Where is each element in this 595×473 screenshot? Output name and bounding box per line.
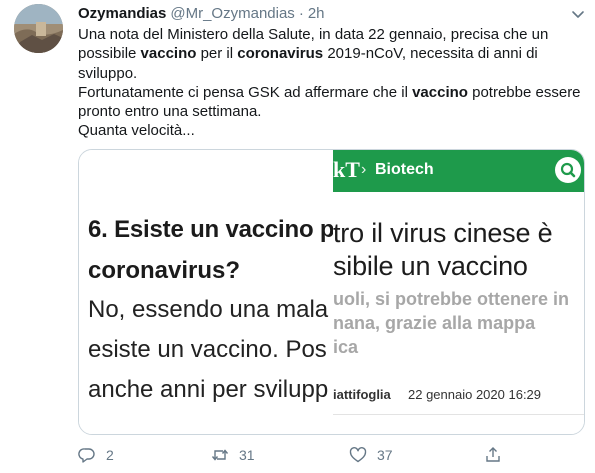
article-author: iattifoglia — [333, 387, 391, 402]
left-image-text: 6. Esiste un vaccino p — [88, 216, 333, 243]
tweet-time[interactable]: 2h — [308, 5, 325, 22]
tweet[interactable]: Ozymandias @Mr_Ozymandias · 2h Una nota del… — [0, 0, 595, 473]
article-subtitle: nana, grazie alla mappa — [333, 313, 536, 333]
reply-button[interactable]: 2 — [78, 444, 114, 466]
header-separator: · — [298, 5, 304, 22]
tweet-text: Una nota del Ministero della Salute, in … — [78, 25, 583, 141]
share-button[interactable] — [484, 444, 502, 466]
article-date: 22 gennaio 2020 16:29 — [408, 387, 542, 402]
retweet-icon — [211, 446, 229, 464]
user-handle[interactable]: @Mr_Ozymandias — [170, 5, 294, 22]
left-image-text: esiste un vaccino. Pos — [88, 336, 327, 363]
chevron-down-icon[interactable] — [570, 6, 586, 22]
media-image-left[interactable]: 6. Esiste un vaccino p coronavirus? No, … — [79, 150, 333, 434]
heart-icon — [349, 446, 367, 464]
share-icon — [484, 446, 502, 464]
left-image-text: No, essendo una mala — [88, 296, 329, 323]
tweet-text-line: Quanta velocità... — [78, 122, 195, 140]
keyword-vaccino: vaccino — [140, 45, 197, 63]
tweet-text-line: pronto entro una settimana. — [78, 103, 262, 121]
reply-count: 2 — [106, 447, 114, 463]
left-image-text: anche anni per svilupp — [88, 376, 329, 403]
article-headline: sibile un vaccino — [333, 251, 528, 281]
left-image-text: coronavirus? — [88, 257, 241, 284]
keyword-coronavirus: coronavirus — [237, 45, 324, 63]
retweet-count: 31 — [239, 447, 255, 463]
reply-icon — [78, 446, 96, 464]
avatar[interactable] — [14, 4, 63, 53]
breadcrumb-separator: › — [361, 161, 367, 178]
tweet-text-line: sviluppo. — [78, 64, 138, 82]
breadcrumb: Biotech — [375, 161, 434, 178]
tweet-header: Ozymandias @Mr_Ozymandias · 2h — [78, 4, 325, 24]
avatar-image — [14, 4, 63, 53]
article-headline: tro il virus cinese è — [333, 218, 553, 248]
media-image-right[interactable]: kT › Biotech tro il virus cinese è sibil… — [333, 150, 584, 434]
article-subtitle: ica — [333, 337, 359, 357]
keyword-vaccino: vaccino — [412, 83, 468, 101]
search-icon — [555, 157, 581, 183]
like-count: 37 — [377, 447, 393, 463]
site-header-bar: kT › Biotech — [333, 150, 584, 192]
tweet-actions: 2 31 37 — [78, 444, 508, 466]
display-name[interactable]: Ozymandias — [78, 5, 166, 22]
retweet-button[interactable]: 31 — [211, 444, 255, 466]
media-card[interactable]: 6. Esiste un vaccino p coronavirus? No, … — [78, 149, 585, 435]
article-subtitle: uoli, si potrebbe ottenere in — [333, 289, 570, 309]
tweet-text-line: Una nota del Ministero della Salute, in … — [78, 26, 549, 43]
site-logo: kT — [333, 157, 360, 182]
tweet-text-line: possibile vaccino per il coronavirus 201… — [78, 45, 538, 63]
tweet-text-line: Fortunatamente ci pensa GSK ad affermare… — [78, 83, 581, 101]
divider — [333, 414, 584, 415]
like-button[interactable]: 37 — [349, 444, 393, 466]
